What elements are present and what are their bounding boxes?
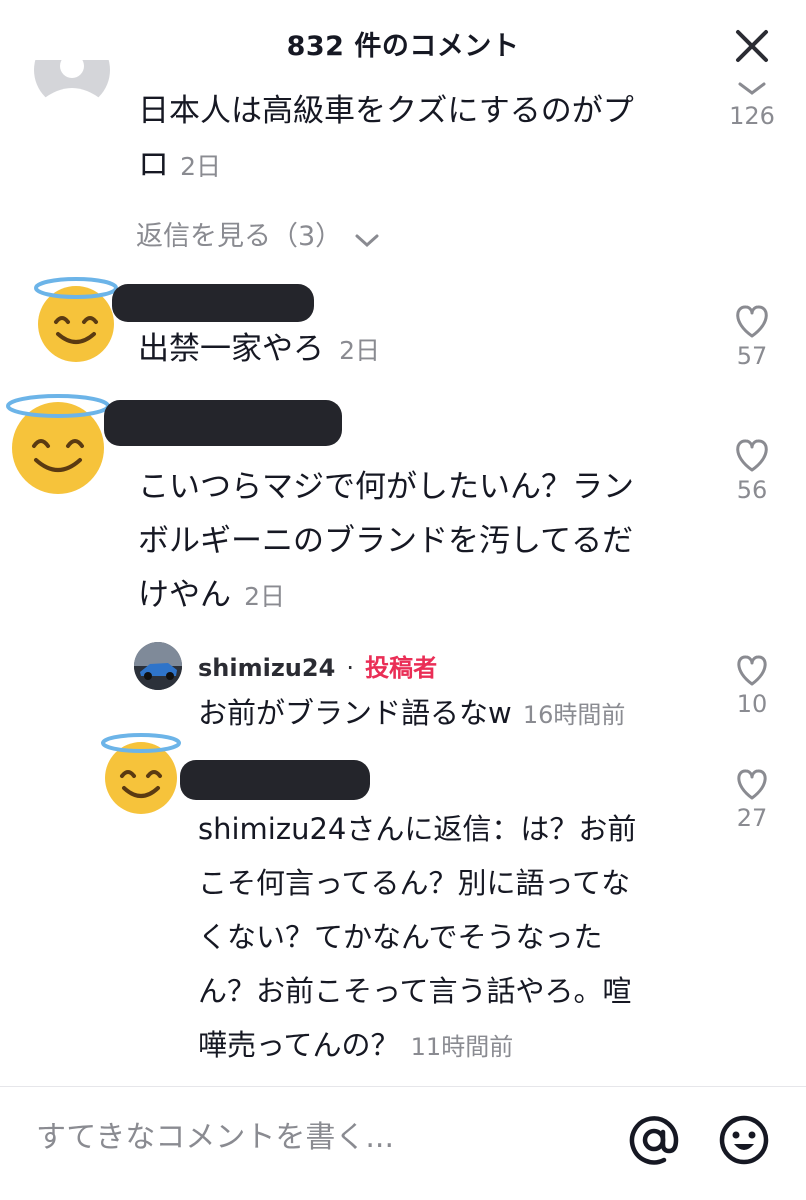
chevron-down-icon	[738, 82, 766, 95]
reply-2-avatar[interactable]	[98, 730, 184, 816]
comment-3-text-line1: こいつらマジで何がしたいん？ラン	[138, 469, 634, 505]
heart-outline-icon	[736, 305, 768, 338]
comment-2-text: 出禁一家やろ	[138, 331, 324, 367]
reply-1-separator: ·	[346, 654, 355, 682]
comments-header-title: 832 件のコメント	[286, 31, 520, 62]
reply-2-like-count: 27	[736, 804, 768, 832]
comment-1-time: 2日	[180, 152, 221, 181]
comment-3-text-line2: ボルギーニのブランドを汚してるだ	[138, 523, 634, 559]
comment-3-like-button[interactable]: 56	[722, 438, 782, 508]
comment-2-avatar[interactable]	[30, 272, 122, 364]
comment-3-time: 2日	[244, 582, 285, 611]
reply-1-username[interactable]: shimizu24	[198, 654, 335, 682]
author-badge: 投稿者	[365, 654, 438, 682]
footer-divider	[0, 1086, 806, 1087]
comment-1-like-button[interactable]: 126	[722, 78, 782, 138]
heart-outline-icon	[736, 439, 768, 472]
comment-3-text-line3: けやん	[138, 577, 231, 613]
reply-2-text-line2: こそ何言ってるん？別に語ってな	[198, 866, 631, 900]
reply-2-text-line4: ん？お前こそって言う話やろ。喧	[198, 974, 632, 1008]
reply-2-like-button[interactable]: 27	[722, 768, 782, 834]
comment-1-text-line2: ロ	[138, 147, 169, 183]
view-replies-label: 返信を見る（3）	[136, 221, 343, 252]
reply-2-text-line1: shimizu24さんに返信：は？お前	[198, 812, 637, 846]
reply-2-text-line3: くない？てかなんでそうなった	[198, 920, 603, 954]
close-icon[interactable]	[730, 26, 774, 66]
comment-2-row: 出禁一家やろ 2日	[138, 322, 380, 376]
reply-1-time: 16時間前	[522, 701, 626, 729]
comment-1-like-count: 126	[729, 102, 775, 130]
reply-2-time: 11時間前	[410, 1033, 514, 1061]
comment-3-line3-row: けやん 2日	[138, 568, 285, 622]
reply-2-line5-row: 嘩売ってんの？ 11時間前	[198, 1018, 513, 1072]
comment-1-text-line1: 日本人は高級車をクズにするのがプ	[138, 93, 634, 129]
reply-1-avatar[interactable]	[134, 642, 182, 690]
comment-2-like-button[interactable]: 57	[722, 304, 782, 374]
reply-1-header: shimizu24 · 投稿者	[198, 648, 437, 683]
comment-3-avatar[interactable]	[4, 388, 114, 498]
comment-2-username-redacted	[112, 284, 314, 322]
reply-2-text-line5: 嘩売ってんの？	[198, 1028, 400, 1062]
chevron-down-icon	[355, 234, 379, 247]
reply-1-like-count: 10	[736, 690, 768, 718]
at-sign-icon[interactable]	[624, 1110, 684, 1170]
reply-1-row: お前がブランド語るなw 16時間前	[198, 686, 625, 740]
view-replies-button[interactable]: 返信を見る（3）	[136, 214, 381, 253]
comment-2-like-count: 57	[736, 342, 768, 370]
emoji-smile-icon[interactable]	[716, 1112, 772, 1168]
heart-outline-icon	[737, 655, 767, 686]
comment-3-like-count: 56	[736, 476, 768, 504]
comment-input-placeholder: すてきなコメントを書く...	[36, 1120, 395, 1155]
comment-3-username-redacted	[104, 400, 342, 446]
comment-1-avatar[interactable]	[34, 60, 110, 120]
heart-outline-icon	[737, 769, 767, 800]
reply-2-username-redacted	[180, 760, 370, 800]
reply-1-like-button[interactable]: 10	[722, 654, 782, 720]
comment-1-line2-row: ロ 2日	[138, 138, 221, 192]
reply-1-text: お前がブランド語るなw	[198, 696, 512, 730]
comment-2-time: 2日	[339, 336, 380, 365]
comment-input[interactable]: すてきなコメントを書く...	[36, 1112, 596, 1172]
